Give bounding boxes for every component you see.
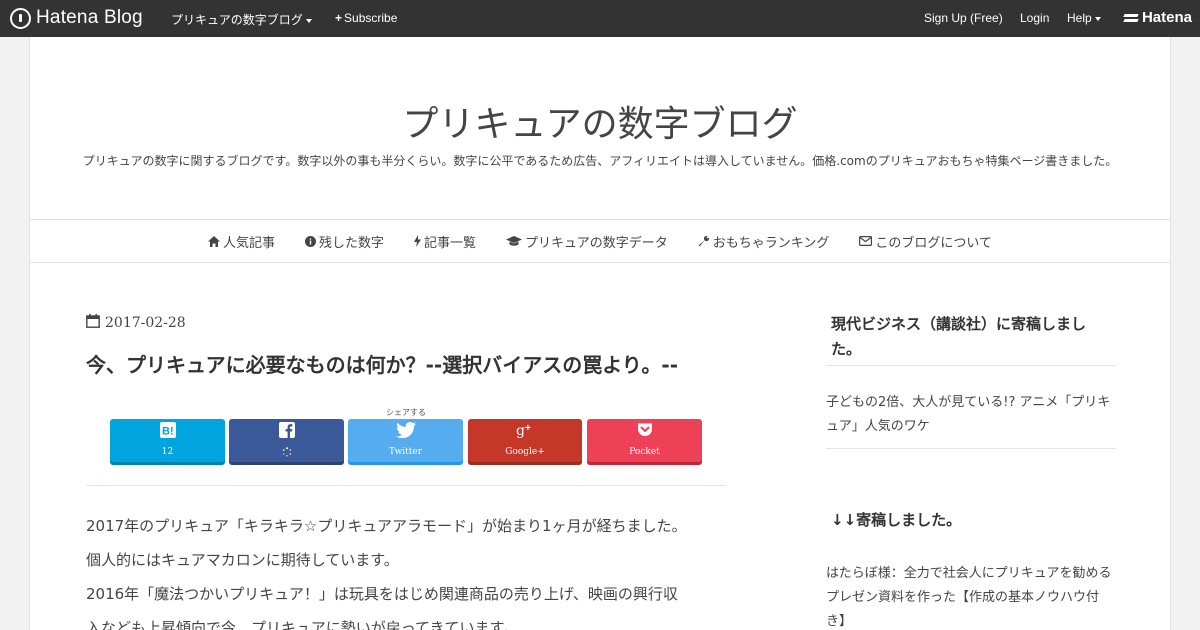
twitter-bird-icon — [348, 422, 463, 438]
help-label: Help — [1067, 11, 1092, 25]
hatena-blog-icon — [10, 7, 31, 29]
hatena-blog-logo[interactable]: Hatena Blog — [10, 7, 143, 29]
hatena-bookmark-count: 12 — [161, 447, 174, 457]
nav-label: プリキュアの数字データ — [525, 235, 668, 251]
paragraph: 2017年のプリキュア「キラキラ☆プリキュアアラモード」が始まり1ヶ月が経ちまし… — [86, 517, 687, 535]
hatena-mark-icon — [1124, 13, 1138, 23]
sidebar-module-title-contribution: 現代ビジネス（講談社）に寄稿しまし た。 — [826, 312, 1116, 362]
sidebar-title-line: 現代ビジネス（講談社）に寄稿しまし — [831, 315, 1087, 333]
calendar-icon — [86, 314, 100, 332]
share-hatena-bookmark-button[interactable]: B! 12 — [110, 419, 225, 462]
svg-text:g: g — [516, 423, 525, 438]
nav-label: 残した数字 — [318, 235, 384, 251]
sidebar-link-line: プレゼン資料を作った【作成の基本ノウハウ付 — [826, 590, 1100, 605]
sidebar-divider — [826, 365, 1116, 366]
sidebar-divider — [826, 448, 1116, 449]
blog-description: プリキュアの数字に関するブログです。数字以外の事も半分くらい。数字に公平であるた… — [82, 154, 1118, 168]
share-label: シェアする — [386, 408, 426, 417]
nav-label: このブログについて — [875, 235, 993, 251]
home-icon — [207, 235, 220, 247]
googleplus-label: Google+ — [505, 447, 545, 457]
bolt-icon — [414, 235, 421, 247]
share-pocket-button[interactable]: Pocket — [587, 419, 702, 462]
login-link[interactable]: Login — [1020, 11, 1049, 25]
subscribe-label: Subscribe — [344, 11, 398, 25]
plus-icon: + — [335, 11, 343, 25]
entry-title[interactable]: 今、プリキュアに必要なものは何か？--選択バイアスの罠より。-- — [86, 349, 678, 378]
nav-item-archive[interactable]: 記事一覧 — [414, 232, 476, 251]
hatena-brand-text: Hatena — [1141, 9, 1192, 26]
signup-link[interactable]: Sign Up (Free) — [924, 11, 1003, 25]
blog-title[interactable]: プリキュアの数字ブログ — [30, 95, 1170, 147]
global-nav: 人気記事 残した数字 記事一覧 プリキュアの数字データ おもちゃランキング この… — [30, 219, 1170, 263]
nav-item-popular[interactable]: 人気記事 — [207, 232, 275, 251]
blog-menu-dropdown[interactable]: プリキュアの数字ブログ — [171, 11, 312, 28]
blog-container: プリキュアの数字ブログ プリキュアの数字に関するブログです。数字以外の事も半分く… — [29, 37, 1171, 630]
pocket-label: Pocket — [629, 447, 660, 457]
help-dropdown[interactable]: Help — [1067, 11, 1101, 25]
sidebar-link-line: き】 — [826, 614, 853, 629]
sidebar-title-line: た。 — [831, 340, 862, 358]
twitter-label: Twitter — [388, 447, 423, 457]
entry-content: 2017年のプリキュア「キラキラ☆プリキュアアラモード」が始まり1ヶ月が経ちまし… — [86, 509, 736, 630]
entry-date[interactable]: 2017-02-28 — [86, 314, 186, 332]
sidebar-link-line: 子どもの2倍、大人が見ている!? アニメ「プリキ — [826, 395, 1111, 410]
paragraph: 2016年「魔法つかいプリキュア！」は玩具をはじめ関連商品の売り上げ、映画の興行… — [86, 585, 678, 603]
caret-down-icon — [1094, 16, 1101, 21]
global-header: Hatena Blog プリキュアの数字ブログ + Subscribe Sign … — [0, 0, 1200, 37]
nav-label: 記事一覧 — [424, 235, 477, 251]
sidebar-link-gendai-business[interactable]: 子どもの2倍、大人が見ている!? アニメ「プリキ ュア」人気のワケ — [826, 391, 1116, 439]
googleplus-icon: g + — [468, 422, 582, 438]
nav-item-numbers[interactable]: 残した数字 — [304, 232, 384, 251]
nav-label: おもちゃランキング — [712, 235, 830, 251]
facebook-loading-icon — [229, 447, 344, 460]
svg-text:B!: B! — [162, 426, 174, 438]
share-facebook-button[interactable] — [229, 419, 344, 462]
facebook-icon — [229, 422, 344, 438]
sidebar-link-line: はたらぼ様：全力で社会人にプリキュアを勧める — [826, 566, 1112, 581]
svg-text:+: + — [525, 423, 531, 434]
share-divider — [86, 485, 726, 486]
graduation-cap-icon — [506, 235, 523, 247]
nav-item-about[interactable]: このブログについて — [859, 232, 992, 251]
sidebar-link-hatarabo[interactable]: はたらぼ様：全力で社会人にプリキュアを勧める プレゼン資料を作った【作成の基本ノ… — [826, 562, 1116, 630]
envelope-icon — [859, 236, 873, 246]
hatena-bookmark-icon: B! — [110, 422, 225, 438]
sidebar-module-title-contributed: ↓↓寄稿しました。 — [831, 511, 962, 529]
share-twitter-button[interactable]: Twitter — [348, 419, 463, 462]
nav-item-data[interactable]: プリキュアの数字データ — [506, 232, 668, 251]
wrench-icon — [698, 235, 710, 247]
paragraph: 個人的にはキュアマカロンに期待しています。 — [86, 551, 399, 569]
share-googleplus-button[interactable]: g + Google+ — [468, 419, 582, 462]
nav-label: 人気記事 — [222, 235, 275, 251]
sidebar-link-line: ュア」人気のワケ — [826, 419, 930, 434]
caret-down-icon — [305, 18, 312, 23]
info-circle-icon — [304, 235, 316, 247]
hatena-brand-link[interactable]: Hatena — [1124, 9, 1192, 26]
paragraph: 入なども上昇傾向で今、プリキュアに勢いが戻ってきています。 — [86, 619, 519, 630]
pocket-icon — [587, 422, 702, 438]
subscribe-button[interactable]: + Subscribe — [335, 11, 397, 25]
entry-date-text: 2017-02-28 — [105, 315, 186, 331]
logo-text: Hatena Blog — [36, 7, 143, 28]
nav-item-toy-ranking[interactable]: おもちゃランキング — [698, 232, 830, 251]
blog-menu-label: プリキュアの数字ブログ — [171, 13, 303, 27]
